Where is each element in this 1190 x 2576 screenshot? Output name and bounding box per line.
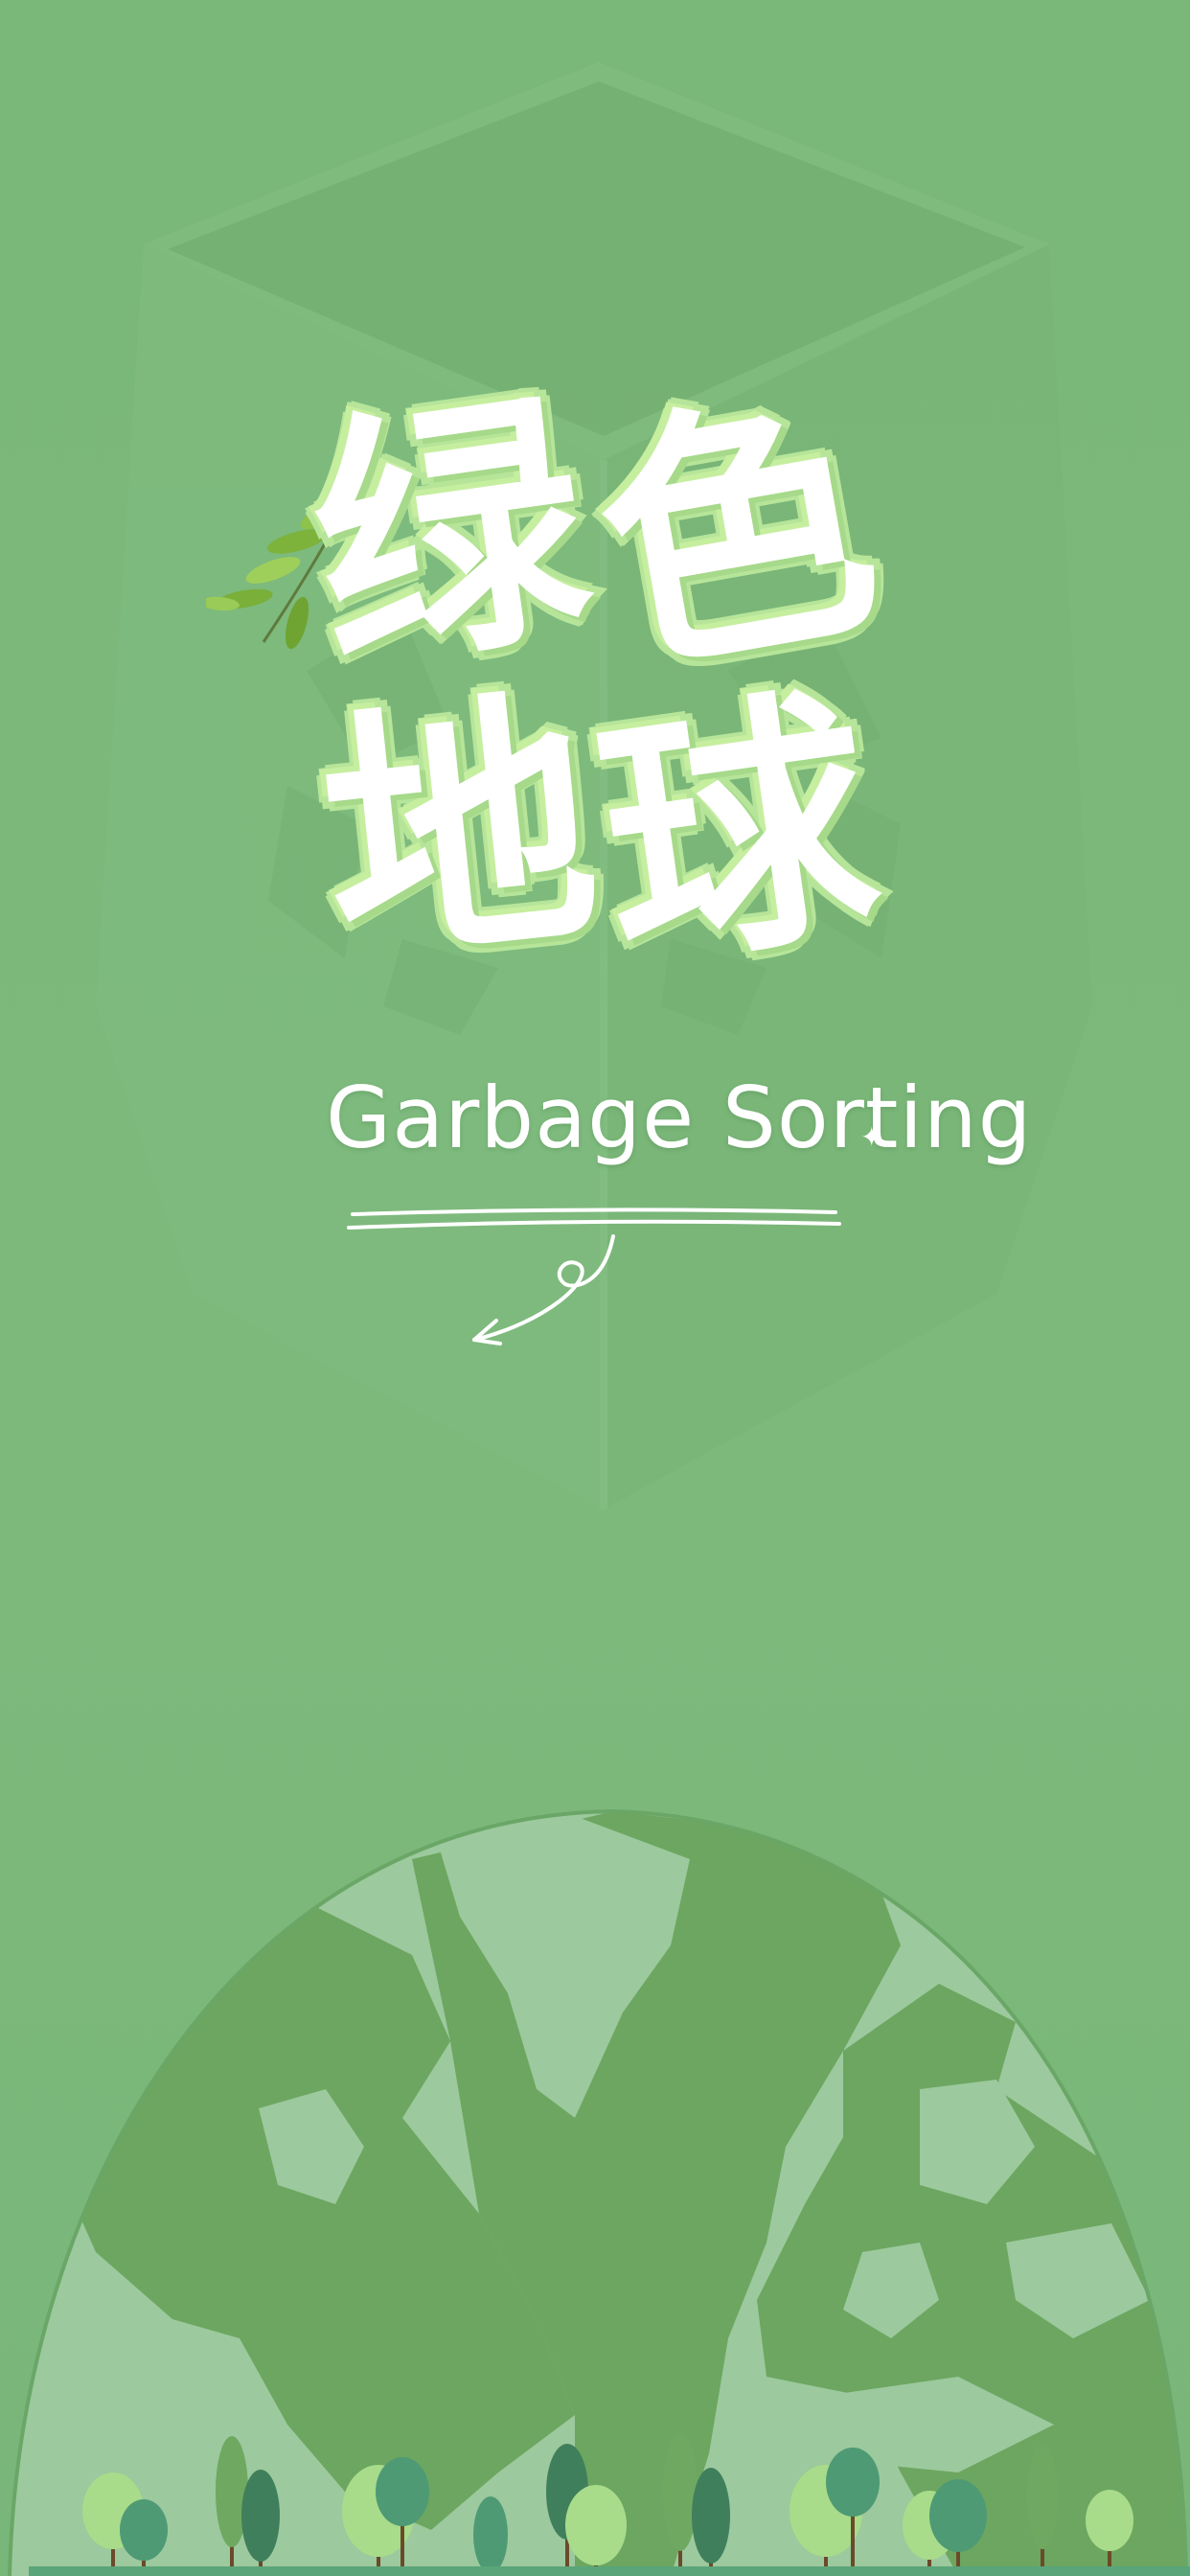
sparkle-icon: ✦ xyxy=(860,1121,883,1153)
globe-icon xyxy=(8,1808,1188,2576)
title-char: 球 xyxy=(577,654,900,1014)
title-char: 绿 xyxy=(289,356,612,717)
curved-arrow-icon xyxy=(472,1234,615,1346)
page-title: 绿 色 地 球 xyxy=(289,353,910,1014)
title-char: 地 xyxy=(304,657,617,1009)
ground-strip xyxy=(29,2566,1190,2576)
poster: 绿 色 地 球 Garbage Sorting ✦ xyxy=(0,0,1190,2576)
title-char: 色 xyxy=(572,353,904,721)
subtitle: Garbage Sorting xyxy=(326,1069,1033,1167)
